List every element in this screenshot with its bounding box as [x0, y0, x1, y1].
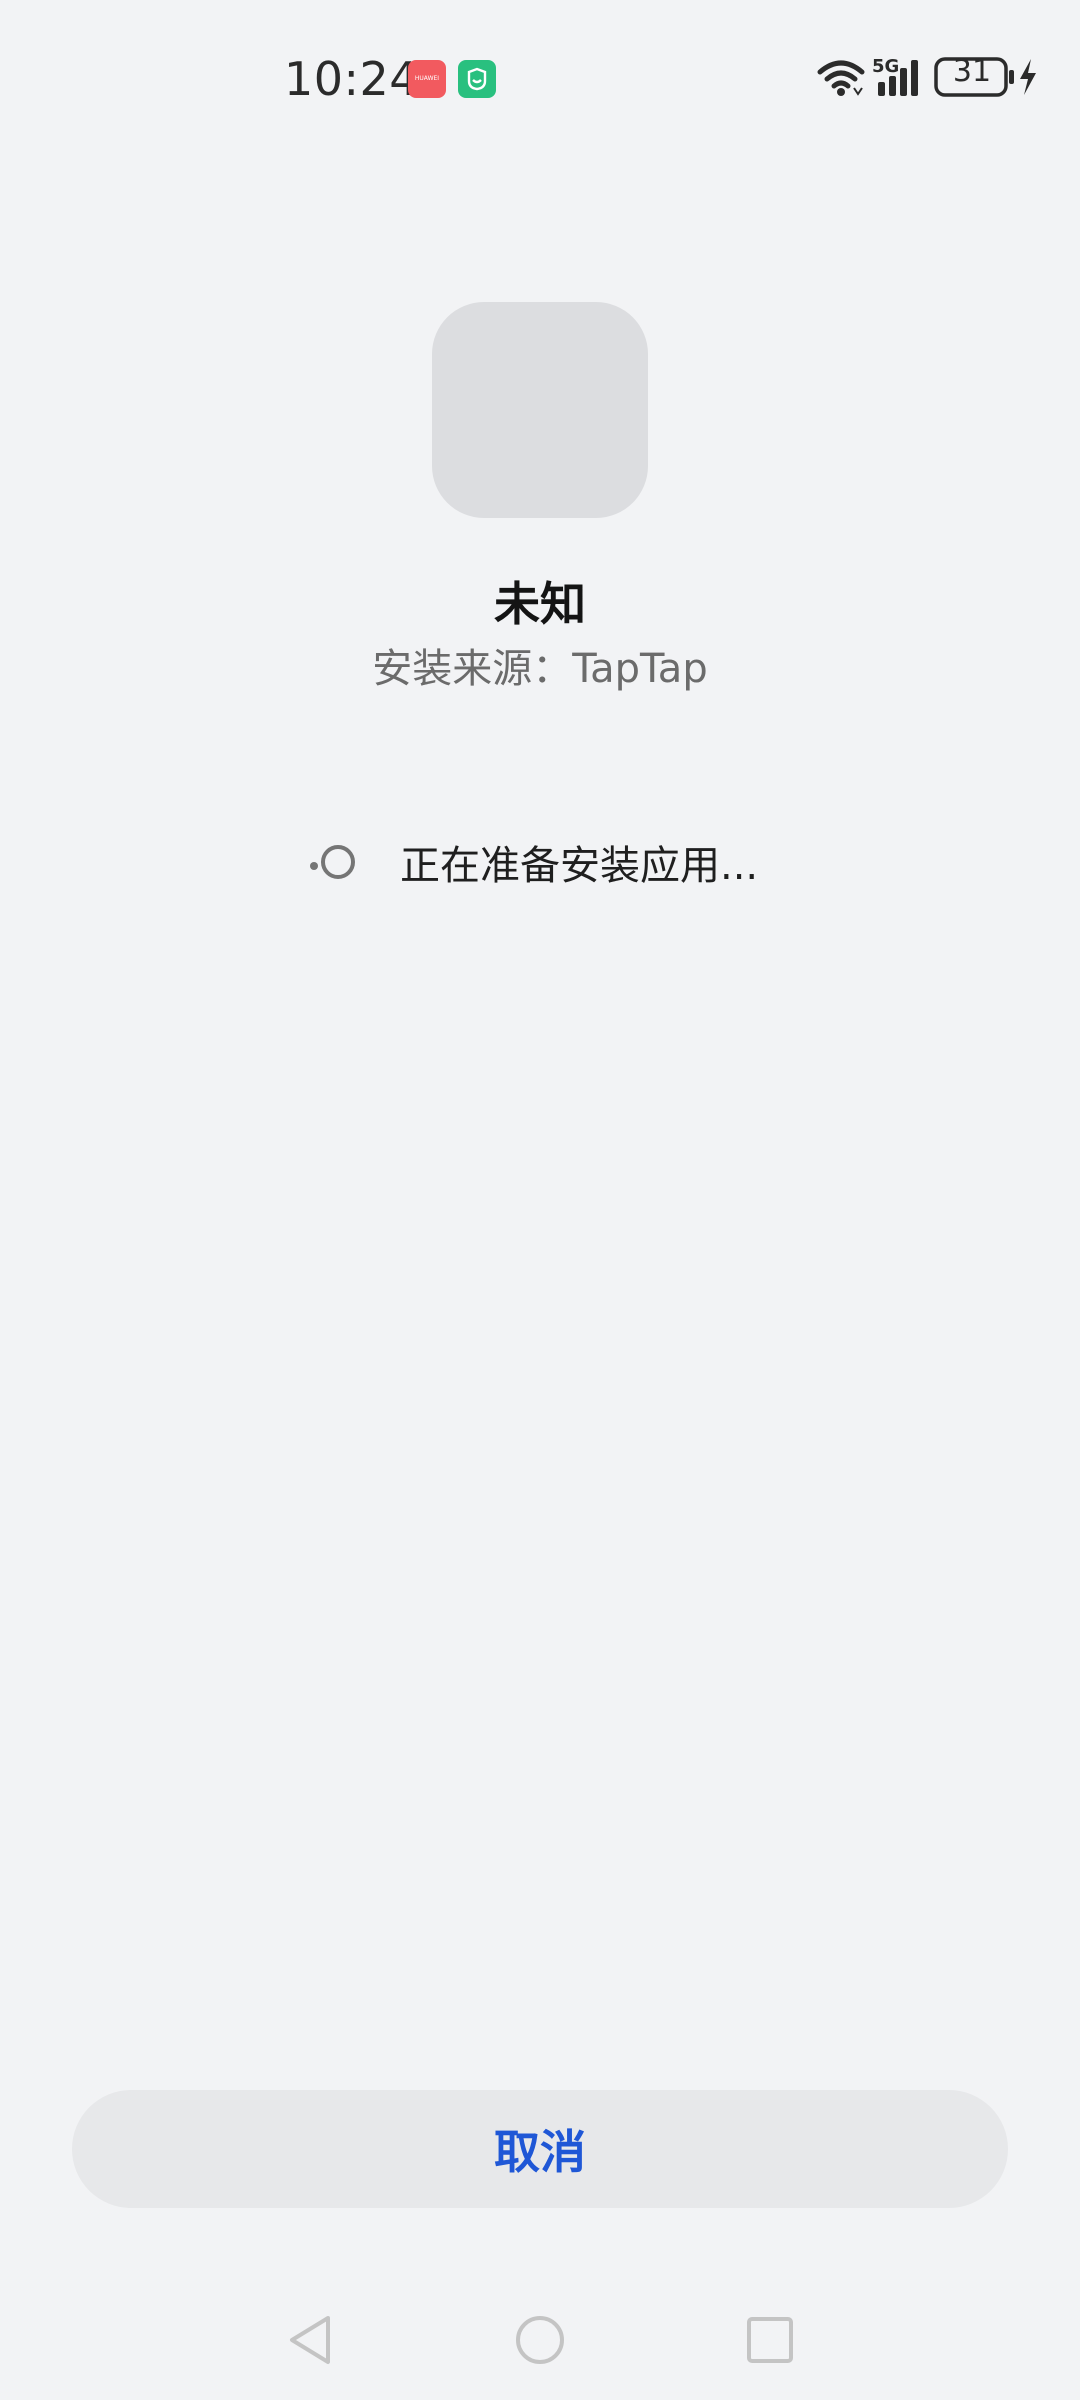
battery-level: 31 — [952, 54, 992, 89]
home-icon[interactable] — [514, 2312, 566, 2368]
wifi-icon — [817, 60, 865, 96]
recent-apps-icon[interactable] — [744, 2312, 796, 2368]
cancel-button-label: 取消 — [494, 2125, 586, 2179]
status-bar: 10:24 HUAWEI 5G 31 — [0, 0, 1080, 160]
install-source: 安装来源：TapTap — [372, 646, 708, 692]
install-progress: 正在准备安装应用... — [306, 832, 758, 892]
app-name: 未知 — [494, 577, 586, 631]
huawei-label: HUAWEI — [414, 75, 440, 82]
signal-strength-icon — [878, 60, 918, 96]
back-icon[interactable] — [284, 2312, 336, 2368]
progress-text: 正在准备安装应用... — [400, 843, 759, 889]
app-icon-placeholder — [432, 302, 648, 518]
loading-spinner-icon — [310, 845, 355, 879]
navigation-bar — [0, 2300, 1080, 2400]
mi-home-icon — [458, 60, 496, 98]
charging-bolt-icon — [1020, 59, 1036, 95]
huawei-appgallery-icon: HUAWEI — [408, 60, 446, 98]
cancel-button[interactable]: 取消 — [72, 2090, 1008, 2208]
status-time: 10:24 — [284, 52, 420, 106]
